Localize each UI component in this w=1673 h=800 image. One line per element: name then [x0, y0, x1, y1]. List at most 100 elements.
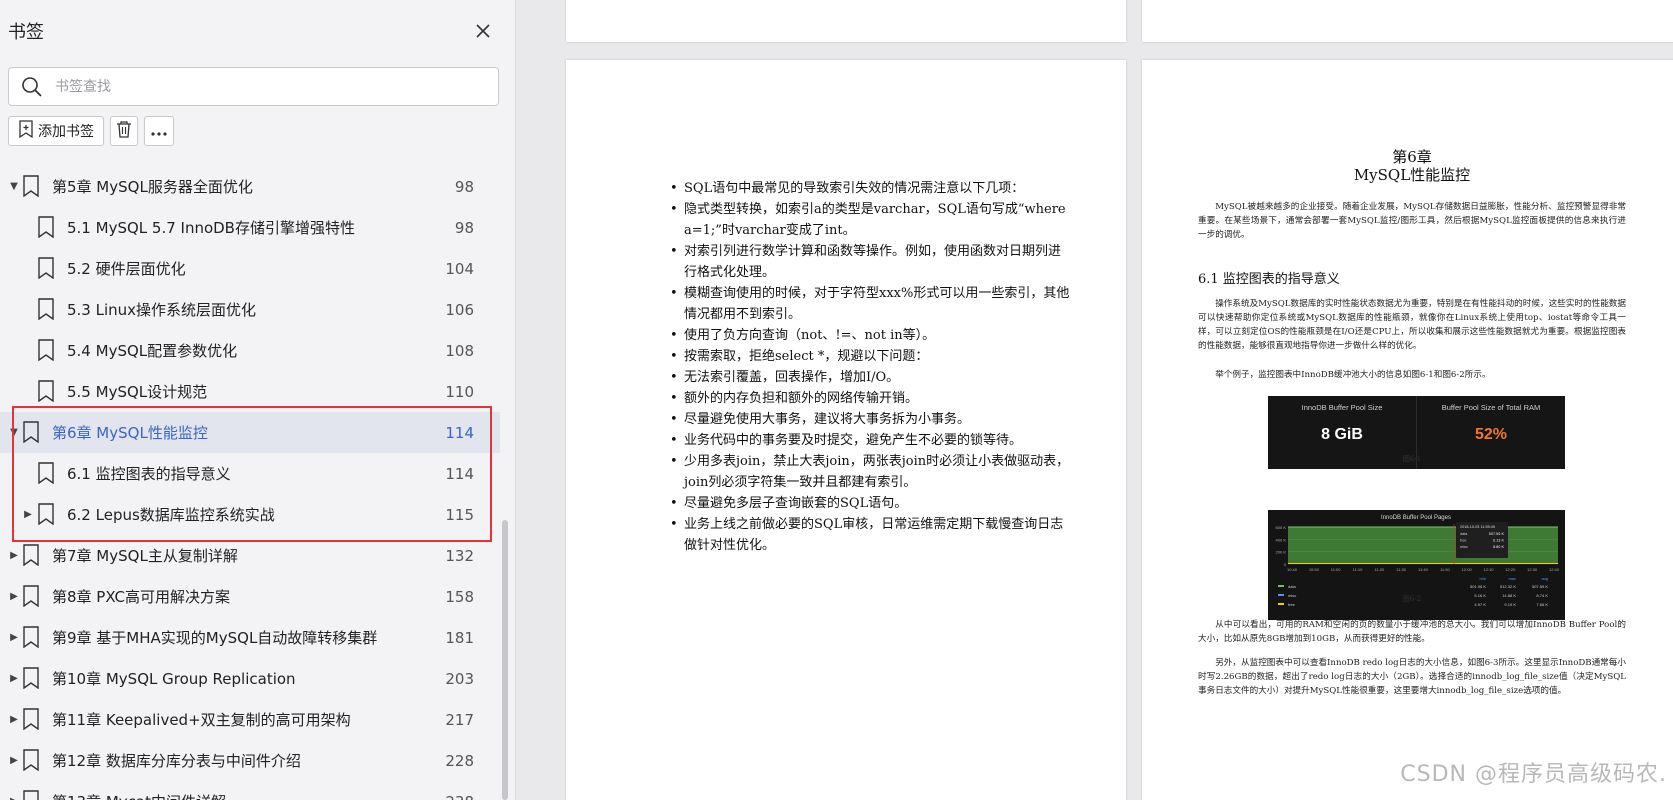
collapse-arrow-icon[interactable]: ▶ — [8, 714, 20, 725]
bookmark-item[interactable]: ▼ 第6章 MySQL性能监控 114 — [0, 412, 500, 453]
bookmark-page-number: 98 — [454, 177, 474, 196]
sidebar-title: 书签 — [8, 22, 44, 43]
delete-bookmark-button[interactable] — [110, 116, 138, 146]
bookmark-search-box[interactable] — [8, 67, 499, 106]
bookmark-icon — [37, 380, 55, 406]
bookmark-page-number: 132 — [445, 546, 474, 565]
bookmark-item[interactable]: ▶ 第8章 PXC高可用解决方案 158 — [0, 576, 500, 617]
collapse-arrow-icon[interactable]: ▶ — [8, 632, 20, 643]
collapse-arrow-icon[interactable]: ▶ — [8, 673, 20, 684]
bullet-item: 尽量避免使用大事务，建议将大事务拆为小事务。 — [670, 409, 1070, 430]
bookmark-search-input[interactable] — [55, 68, 485, 105]
bullet-item: SQL语句中最常见的导致索引失效的情况需注意以下几项： — [670, 178, 1070, 199]
close-icon[interactable] — [470, 18, 496, 44]
bookmark-icon — [22, 626, 40, 652]
intro-paragraph: MySQL被越来越多的企业接受。随着企业发展，MySQL存储数据日益膨胀，性能分… — [1198, 202, 1626, 240]
bookmark-item[interactable]: 5.2 硬件层面优化 104 — [0, 248, 500, 289]
bookmark-item[interactable]: 6.1 监控图表的指导意义 114 — [0, 453, 500, 494]
legend-header: avg — [1542, 576, 1548, 581]
x-tick-label: 12:40 — [1549, 567, 1560, 572]
bookmark-item[interactable]: ▶ 6.2 Lepus数据库监控系统实战 115 — [0, 494, 500, 535]
search-icon — [21, 76, 43, 102]
watermark: CSDN @程序员高级码农. — [1400, 762, 1667, 787]
legend-min: 501.96 K — [1470, 584, 1486, 589]
x-tick-label: 11:40 — [1418, 567, 1428, 572]
bookmark-icon — [37, 216, 55, 242]
bookmark-icon — [22, 175, 40, 201]
tooltip-series-name: data — [1460, 532, 1468, 536]
bookmark-item[interactable]: 5.3 Linux操作系统层面优化 106 — [0, 289, 500, 330]
bookmark-title: 第11章 Keepalived+双主复制的高可用架构 — [52, 711, 351, 729]
page-top-right — [1142, 0, 1673, 42]
bookmark-item[interactable]: ▶ 第12章 数据库分库分表与中间件介绍 228 — [0, 740, 500, 781]
bookmark-title: 第5章 MySQL服务器全面优化 — [52, 178, 253, 196]
expand-arrow-icon[interactable]: ▼ — [8, 427, 20, 438]
collapse-arrow-icon[interactable]: ▶ — [8, 591, 20, 602]
y-tick-label: 200 K — [1276, 550, 1287, 555]
page-right: 第6章 MySQL性能监控 MySQL被越来越多的企业接受。随着企业发展，MyS… — [1142, 60, 1673, 800]
bookmark-page-number: 106 — [445, 300, 474, 319]
chart-title: InnoDB Buffer Pool Pages — [1381, 515, 1451, 521]
bookmark-item[interactable]: 5.1 MySQL 5.7 InnoDB存储引擎增强特性 98 — [0, 207, 500, 248]
bullet-item: 少用多表join，禁止大表join，两张表join时必须让小表做驱动表，join… — [670, 451, 1070, 493]
bookmark-title: 第7章 MySQL主从复制详解 — [52, 547, 238, 565]
bookmark-item[interactable]: ▶ 第11章 Keepalived+双主复制的高可用架构 217 — [0, 699, 500, 740]
bookmark-title: 5.2 硬件层面优化 — [67, 260, 186, 278]
tooltip-series-value: 6.13 K — [1493, 539, 1504, 543]
collapse-arrow-icon[interactable]: ▶ — [22, 509, 34, 520]
document-viewer[interactable]: SQL语句中最常见的导致索引失效的情况需注意以下几项：隐式类型转换，如索引a的类… — [516, 0, 1673, 800]
bookmark-item[interactable]: ▶ 第9章 基于MHA实现的MySQL自动故障转移集群 181 — [0, 617, 500, 658]
bookmark-title: 第13章 Mycat中间件详解 — [52, 791, 226, 800]
x-tick-label: 11:00 — [1331, 567, 1341, 572]
page-top-left — [566, 0, 1126, 42]
paragraph-1: 操作系统及MySQL数据库的实时性能状态数据尤为重要，特别是在有性能抖动的时候，… — [1198, 299, 1626, 351]
bookmark-title: 第9章 基于MHA实现的MySQL自动故障转移集群 — [52, 629, 378, 647]
x-tick-label: 12:20 — [1505, 567, 1516, 572]
bookmark-page-number: 217 — [445, 710, 474, 729]
collapse-arrow-icon[interactable]: ▶ — [8, 550, 20, 561]
bookmark-title: 6.2 Lepus数据库监控系统实战 — [67, 506, 275, 524]
bookmark-item[interactable]: ▶ 第13章 Mycat中间件详解 238 — [0, 781, 500, 800]
bookmark-icon — [22, 544, 40, 570]
figure-6-1-caption: 图6-1 — [1402, 455, 1422, 463]
bookmark-icon — [22, 790, 40, 800]
add-bookmark-icon — [18, 120, 34, 142]
data-area-fill — [1288, 527, 1558, 564]
bookmark-item[interactable]: 5.4 MySQL配置参数优化 108 — [0, 330, 500, 371]
bookmark-icon — [22, 585, 40, 611]
collapse-arrow-icon[interactable]: ▶ — [8, 755, 20, 766]
buffer-pool-percent-value: 52% — [1474, 426, 1508, 443]
bookmark-page-number: 114 — [445, 423, 474, 442]
bookmark-title: 第10章 MySQL Group Replication — [52, 670, 296, 688]
bookmark-page-number: 115 — [445, 505, 474, 524]
bullet-item: 隐式类型转换，如索引a的类型是varchar，SQL语句写成“where a=1… — [670, 199, 1070, 241]
bookmark-icon — [22, 708, 40, 734]
bookmark-icon — [37, 298, 55, 324]
bullet-item: 尽量避免多层子查询嵌套的SQL语句。 — [670, 493, 1070, 514]
add-bookmark-label: 添加书签 — [38, 124, 94, 140]
legend-name: data — [1288, 584, 1297, 589]
section-heading: 6.1 监控图表的指导意义 — [1198, 272, 1340, 287]
legend-header: min — [1480, 576, 1486, 581]
expand-arrow-icon[interactable]: ▼ — [8, 181, 20, 192]
x-tick-label: 11:30 — [1396, 567, 1406, 572]
collapse-arrow-icon[interactable]: ▶ — [8, 796, 20, 800]
x-tick-label: 12:30 — [1527, 567, 1538, 572]
buffer-pool-size-label: InnoDB Buffer Pool Size — [1301, 403, 1383, 412]
legend-swatch — [1278, 585, 1284, 587]
bookmark-title: 5.4 MySQL配置参数优化 — [67, 342, 238, 360]
bookmark-item[interactable]: ▶ 第10章 MySQL Group Replication 203 — [0, 658, 500, 699]
tooltip-series-value: 507.55 K — [1489, 532, 1505, 536]
bookmark-page-number: 98 — [454, 218, 474, 237]
bookmark-item[interactable]: ▼ 第5章 MySQL服务器全面优化 98 — [0, 166, 500, 207]
sidebar-scrollbar[interactable] — [502, 520, 508, 800]
more-options-button[interactable] — [144, 116, 174, 146]
bookmark-icon — [22, 421, 40, 447]
more-icon — [150, 122, 168, 141]
paragraph-2: 举个例子，监控图表中InnoDB缓冲池大小的信息如图6-1和图6-2所示。 — [1215, 370, 1491, 380]
add-bookmark-button[interactable]: 添加书签 — [8, 116, 104, 146]
bookmark-item[interactable]: 5.5 MySQL设计规范 110 — [0, 371, 500, 412]
bookmark-item[interactable]: ▶ 第7章 MySQL主从复制详解 132 — [0, 535, 500, 576]
bookmark-title: 5.1 MySQL 5.7 InnoDB存储引擎增强特性 — [67, 219, 355, 237]
bookmark-title: 6.1 监控图表的指导意义 — [67, 465, 231, 483]
